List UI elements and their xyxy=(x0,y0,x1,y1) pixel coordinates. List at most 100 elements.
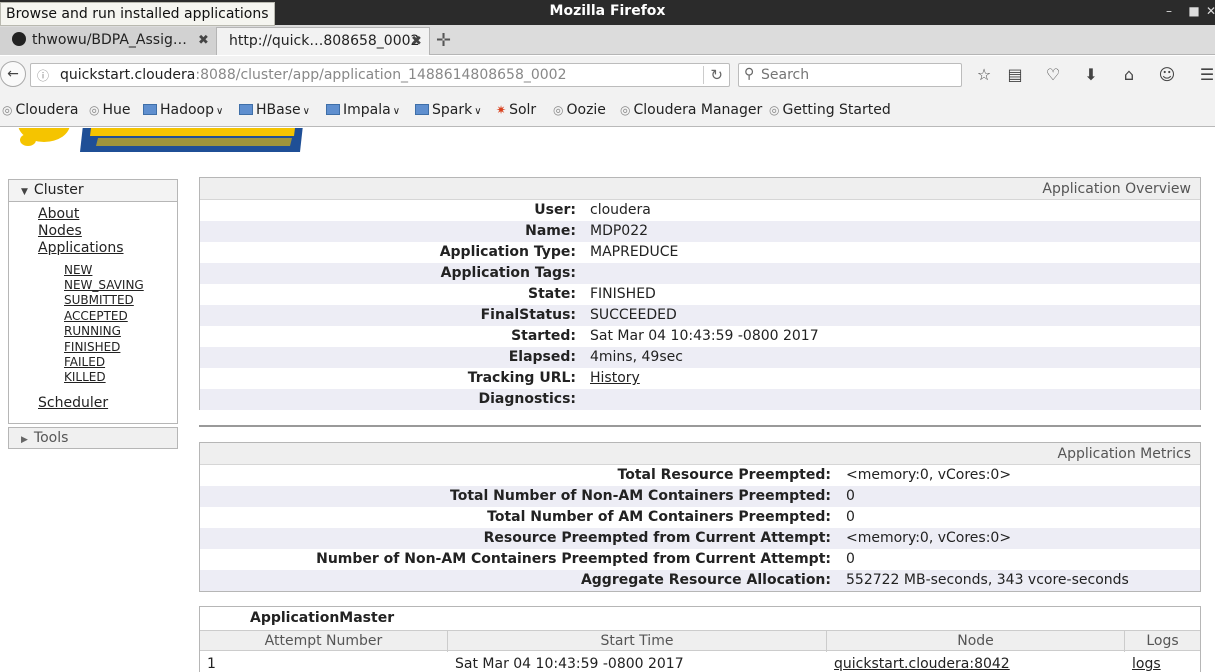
new-tab-icon[interactable]: ✛ xyxy=(436,30,451,51)
info-label: Total Number of AM Containers Preempted: xyxy=(487,509,831,525)
info-label: Diagnostics: xyxy=(478,391,576,407)
info-value: 0 xyxy=(846,488,855,504)
metrics-row: Aggregate Resource Allocation: 552722 MB… xyxy=(200,570,1200,591)
tab-label: http://quick…808658_0002 xyxy=(229,33,420,49)
globe-icon: ◎ xyxy=(769,103,780,117)
nav-state-accepted[interactable]: ACCEPTED xyxy=(64,309,128,323)
info-label: Name: xyxy=(525,223,576,239)
bookmark-cloudera[interactable]: ◎ Cloudera xyxy=(2,102,78,118)
bookmark-folder-hbase[interactable]: HBase ∨ xyxy=(239,102,310,118)
info-value: Sat Mar 04 10:43:59 -0800 2017 xyxy=(590,328,819,344)
overview-title: Application Overview xyxy=(200,178,1200,200)
info-label: Aggregate Resource Allocation: xyxy=(580,572,831,588)
attempt-number: 1 xyxy=(207,656,216,672)
info-row-tracking-url: Tracking URL: History xyxy=(200,368,1200,389)
cluster-panel-header[interactable]: ▼ Cluster xyxy=(9,180,177,202)
attempt-start-time: Sat Mar 04 10:43:59 -0800 2017 xyxy=(455,656,684,672)
history-link[interactable]: History xyxy=(590,370,640,386)
column-header-start-time[interactable]: Start Time xyxy=(448,633,826,649)
nav-state-killed[interactable]: KILLED xyxy=(64,370,106,384)
info-label: FinalStatus: xyxy=(480,307,576,323)
nav-state-new-saving[interactable]: NEW_SAVING xyxy=(64,278,144,292)
url-text: quickstart.cloudera:8088/cluster/app/app… xyxy=(60,67,567,83)
bookmark-folder-spark[interactable]: Spark ∨ xyxy=(415,102,482,118)
info-value: MDP022 xyxy=(590,223,649,239)
tooltip: Browse and run installed applications xyxy=(0,2,275,26)
pocket-icon[interactable]: ♡ xyxy=(1042,65,1064,84)
search-icon: ⚲ xyxy=(744,66,755,82)
nav-about[interactable]: About xyxy=(38,206,79,222)
bookmark-oozie[interactable]: ◎ Oozie xyxy=(553,102,606,118)
close-window-icon[interactable]: ✕ xyxy=(1204,4,1215,18)
info-row-elapsed: Elapsed: 4mins, 49sec xyxy=(200,347,1200,368)
application-overview: Application Overview User: cloudera Name… xyxy=(199,177,1201,410)
back-icon[interactable]: ← xyxy=(0,61,26,87)
bookmarks-toolbar: ◎ Cloudera ◎ Hue Hadoop ∨ HBase ∨ Impala ∨ Sp… xyxy=(0,94,1215,127)
download-icon[interactable]: ⬇ xyxy=(1080,65,1102,84)
menu-icon[interactable]: ☰ xyxy=(1196,65,1215,84)
logs-link[interactable]: logs xyxy=(1132,656,1161,672)
url-bar[interactable]: ⓘ quickstart.cloudera:8088/cluster/app/a… xyxy=(30,63,730,87)
info-label: Started: xyxy=(511,328,576,344)
globe-icon: ◎ xyxy=(89,103,100,117)
info-value: 4mins, 49sec xyxy=(590,349,683,365)
column-header-logs[interactable]: Logs xyxy=(1125,633,1200,649)
close-tab-icon[interactable]: ✖ xyxy=(198,33,209,48)
search-input[interactable] xyxy=(761,66,956,84)
node-link[interactable]: quickstart.cloudera:8042 xyxy=(834,656,1010,672)
nav-state-failed[interactable]: FAILED xyxy=(64,355,105,369)
info-label: Application Type: xyxy=(439,244,576,260)
feedback-icon[interactable]: ☺ xyxy=(1156,65,1178,84)
column-header-node[interactable]: Node xyxy=(827,633,1124,649)
minimize-icon[interactable]: – xyxy=(1162,4,1176,18)
home-icon[interactable]: ⌂ xyxy=(1118,65,1140,84)
chevron-down-icon: ∨ xyxy=(392,106,401,117)
reading-list-icon[interactable]: ▤ xyxy=(1004,65,1026,84)
metrics-row: Resource Preempted from Current Attempt:… xyxy=(200,528,1200,549)
maximize-icon[interactable]: ■ xyxy=(1187,4,1201,18)
globe-icon: ◎ xyxy=(2,103,13,117)
column-header-attempt[interactable]: Attempt Number xyxy=(200,633,447,649)
info-row-final-status: FinalStatus: SUCCEEDED xyxy=(200,305,1200,326)
site-info-icon[interactable]: ⓘ xyxy=(37,67,49,84)
tab-github[interactable]: thwowu/BDPA_Assig… ✖ xyxy=(0,27,216,55)
bookmark-hue[interactable]: ◎ Hue xyxy=(89,102,131,118)
bookmark-folder-impala[interactable]: Impala ∨ xyxy=(326,102,400,118)
bookmark-folder-hadoop[interactable]: Hadoop ∨ xyxy=(143,102,223,118)
am-table-header: Attempt Number Start Time Node Logs xyxy=(200,630,1200,652)
bookmark-solr[interactable]: ✷ Solr xyxy=(496,102,536,118)
folder-icon xyxy=(143,104,157,115)
tab-label: thwowu/BDPA_Assig… xyxy=(32,32,187,48)
chevron-down-icon: ∨ xyxy=(474,106,482,117)
bookmark-getting-started[interactable]: ◎ Getting Started xyxy=(769,102,891,118)
nav-applications[interactable]: Applications xyxy=(38,240,124,256)
folder-icon xyxy=(415,104,429,115)
info-row-state: State: FINISHED xyxy=(200,284,1200,305)
metrics-row: Number of Non-AM Containers Preempted fr… xyxy=(200,549,1200,570)
search-bar[interactable]: ⚲ xyxy=(738,63,962,87)
chevron-down-icon: ∨ xyxy=(216,106,224,117)
expand-down-icon: ▼ xyxy=(21,187,28,197)
reload-icon[interactable]: ↻ xyxy=(703,66,723,84)
nav-state-new[interactable]: NEW xyxy=(64,263,92,277)
close-tab-icon[interactable]: ✖ xyxy=(411,34,422,49)
github-icon xyxy=(12,32,26,46)
info-label: State: xyxy=(527,286,576,302)
folder-icon xyxy=(326,104,340,115)
info-value: 0 xyxy=(846,509,855,525)
tab-application[interactable]: http://quick…808658_0002 ✖ xyxy=(216,27,430,55)
metrics-title: Application Metrics xyxy=(200,443,1200,465)
nav-state-finished[interactable]: FINISHED xyxy=(64,340,120,354)
metrics-row: Total Number of Non-AM Containers Preemp… xyxy=(200,486,1200,507)
info-row-application-tags: Application Tags: xyxy=(200,263,1200,284)
nav-state-submitted[interactable]: SUBMITTED xyxy=(64,293,134,307)
info-label: Number of Non-AM Containers Preempted fr… xyxy=(316,551,831,567)
nav-scheduler[interactable]: Scheduler xyxy=(38,395,108,411)
bookmark-star-icon[interactable]: ☆ xyxy=(973,65,995,84)
bookmark-cloudera-manager[interactable]: ◎ Cloudera Manager xyxy=(620,102,762,118)
nav-nodes[interactable]: Nodes xyxy=(38,223,82,239)
tools-panel-header[interactable]: ▶ Tools xyxy=(8,427,178,449)
nav-state-running[interactable]: RUNNING xyxy=(64,324,121,338)
info-value: FINISHED xyxy=(590,286,656,302)
info-value: <memory:0, vCores:0> xyxy=(846,467,1012,483)
